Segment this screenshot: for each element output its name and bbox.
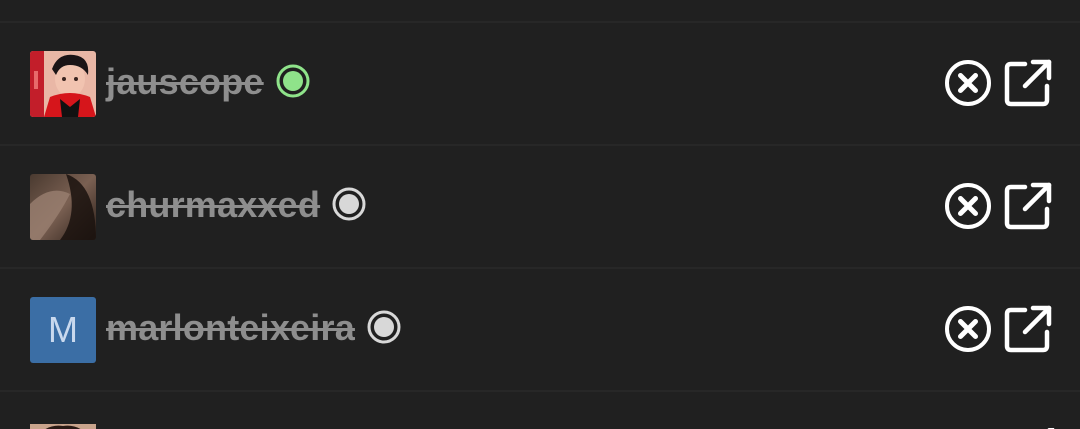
username[interactable]: churmaxxed: [106, 181, 366, 229]
external-link-icon: [1004, 59, 1052, 107]
avatar[interactable]: [30, 174, 96, 240]
status-offline-icon: [332, 187, 366, 221]
open-profile-button[interactable]: [1002, 303, 1054, 355]
external-link-icon: [1004, 182, 1052, 230]
user-row[interactable]: M marlonteixeira: [0, 269, 1080, 389]
row-actions: [942, 57, 1054, 109]
avatar-letter: M: [48, 309, 78, 350]
row-actions: [942, 180, 1054, 232]
avatar[interactable]: [30, 420, 96, 429]
external-link-icon: [1004, 305, 1052, 353]
open-profile-button[interactable]: [1002, 180, 1054, 232]
user-row[interactable]: [0, 392, 1080, 429]
username[interactable]: jauscope: [106, 58, 310, 106]
username-text[interactable]: jauscope: [106, 61, 264, 102]
status-online-icon: [276, 64, 310, 98]
username-text[interactable]: marlonteixeira: [106, 307, 355, 348]
user-row[interactable]: churmaxxed: [0, 146, 1080, 266]
close-circle-icon: [945, 183, 991, 229]
close-circle-icon: [945, 60, 991, 106]
remove-button[interactable]: [942, 180, 994, 232]
user-row[interactable]: jauscope: [0, 23, 1080, 143]
avatar[interactable]: M: [30, 297, 96, 363]
user-list: jauscope churmaxxed M marlonteixeira: [0, 0, 1080, 429]
open-profile-button[interactable]: [1002, 57, 1054, 109]
username[interactable]: marlonteixeira: [106, 304, 401, 352]
remove-button[interactable]: [942, 303, 994, 355]
remove-button[interactable]: [942, 57, 994, 109]
close-circle-icon[interactable]: [950, 424, 986, 429]
row-actions: [942, 303, 1054, 355]
avatar[interactable]: [30, 51, 96, 117]
status-offline-icon: [367, 310, 401, 344]
external-link-icon[interactable]: [1030, 422, 1056, 429]
close-circle-icon: [945, 306, 991, 352]
username-text[interactable]: churmaxxed: [106, 184, 320, 225]
